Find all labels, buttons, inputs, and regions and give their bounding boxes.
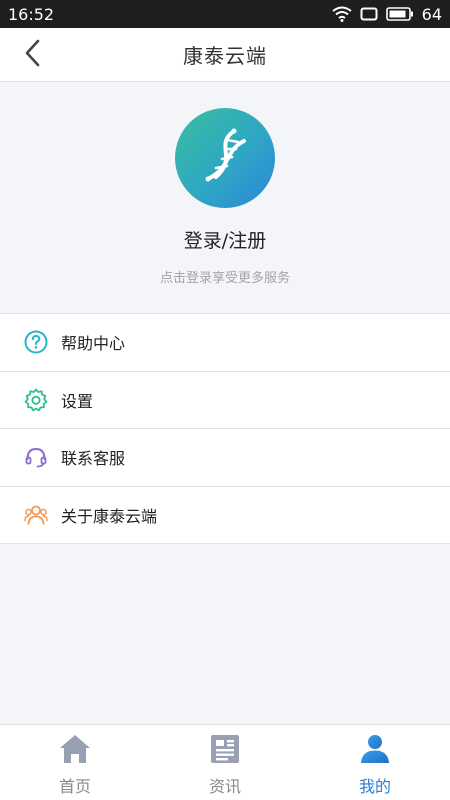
- bottom-tab-bar: 首页 资讯 我的: [0, 724, 450, 800]
- login-subtitle: 点击登录享受更多服务: [159, 271, 290, 286]
- status-bar: 16:52 64: [0, 0, 450, 28]
- tab-mine[interactable]: 我的: [300, 725, 450, 800]
- back-button[interactable]: [14, 38, 50, 72]
- menu-item-contact-service[interactable]: 联系客服: [0, 429, 450, 487]
- chevron-left-icon: [22, 38, 42, 72]
- headset-icon: [24, 445, 48, 469]
- menu-item-label: 联系客服: [61, 449, 126, 469]
- login-register-link[interactable]: 登录/注册: [0, 226, 450, 253]
- menu-item-help-center[interactable]: 帮助中心: [0, 314, 450, 372]
- menu-item-label: 帮助中心: [61, 334, 126, 354]
- menu-item-label: 设置: [61, 391, 94, 411]
- home-icon: [57, 731, 93, 767]
- screen-icon: [360, 7, 378, 21]
- avatar[interactable]: [175, 108, 275, 208]
- help-icon: [24, 330, 48, 354]
- title-bar: 康泰云端: [0, 28, 450, 82]
- dna-icon: [194, 125, 256, 191]
- battery-level: 64: [421, 4, 442, 24]
- user-icon: [357, 731, 393, 767]
- menu-item-settings[interactable]: 设置: [0, 372, 450, 429]
- menu-item-label: 关于康泰云端: [61, 506, 158, 526]
- menu-item-about[interactable]: 关于康泰云端: [0, 487, 450, 544]
- tab-home[interactable]: 首页: [0, 725, 150, 800]
- tab-news[interactable]: 资讯: [150, 725, 300, 800]
- news-icon: [207, 731, 243, 767]
- profile-header: 登录/注册 点击登录享受更多服务: [0, 83, 450, 313]
- people-icon: [24, 503, 48, 527]
- status-time: 16:52: [8, 4, 55, 24]
- menu-list: 帮助中心 设置 联系客服 关于康泰云端: [0, 313, 450, 544]
- tab-label: 我的: [358, 777, 391, 796]
- page-title: 康泰云端: [183, 44, 267, 68]
- gear-icon: [24, 388, 48, 412]
- battery-icon: [385, 7, 414, 21]
- wifi-icon: [332, 6, 352, 22]
- tab-label: 资讯: [208, 777, 241, 796]
- tab-label: 首页: [58, 777, 91, 796]
- status-indicators: 64: [332, 5, 442, 24]
